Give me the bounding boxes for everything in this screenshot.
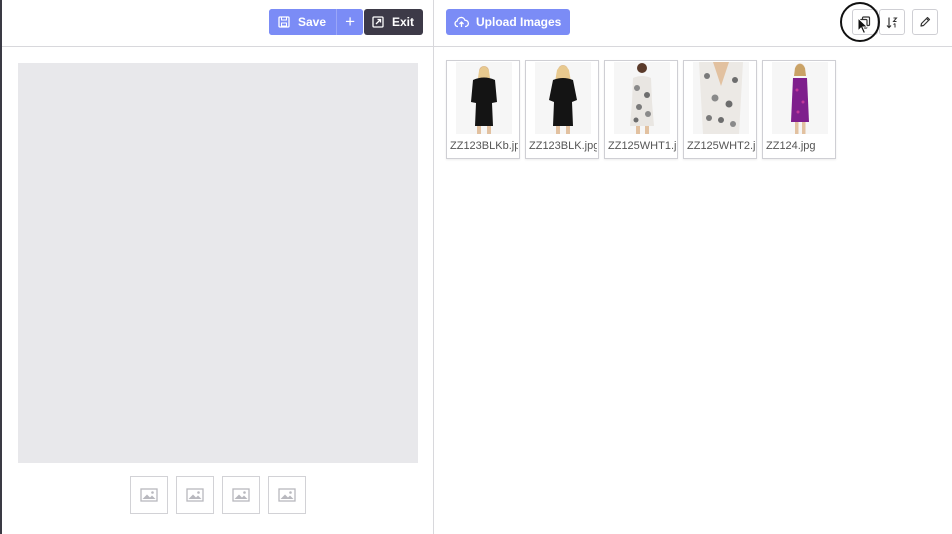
thumbnail-slots (130, 476, 306, 514)
gallery-item[interactable]: ZZ125WHT2.jpg (683, 60, 757, 159)
image-filename: ZZ123BLKb.jpg (450, 140, 518, 152)
save-button-group: Save + (269, 9, 364, 35)
exit-button[interactable]: Exit (364, 9, 424, 35)
save-label: Save (298, 15, 327, 29)
gallery-item[interactable]: ZZ123BLK.jpg (525, 60, 599, 159)
image-gallery: ZZ123BLKb.jpg ZZ123BLK.jpg (446, 60, 836, 159)
image-placeholder-icon (232, 488, 250, 502)
image-placeholder-icon (278, 488, 296, 502)
upload-label: Upload Images (476, 15, 562, 29)
image-preview-area[interactable] (18, 63, 418, 463)
image-placeholder-icon (140, 488, 158, 502)
product-thumbnail (772, 62, 828, 134)
exit-label: Exit (392, 15, 415, 29)
thumbnail-slot[interactable] (176, 476, 214, 514)
gallery-item[interactable]: ZZ125WHT1.jpg (604, 60, 678, 159)
product-thumbnail (456, 62, 512, 134)
edit-button[interactable] (912, 9, 938, 35)
image-filename: ZZ124.jpg (766, 140, 816, 152)
library-toolbar: Upload Images (434, 0, 952, 47)
copy-button[interactable] (852, 9, 878, 35)
floppy-disk-icon (278, 16, 290, 28)
sort-icon (886, 17, 898, 28)
product-thumbnail (693, 62, 749, 134)
image-library-pane: Upload Images ZZ123BLKb.jp ZZ123BLK.jpg … (434, 0, 952, 534)
sort-button[interactable] (879, 9, 905, 35)
plus-icon: + (345, 12, 355, 31)
image-placeholder-icon (186, 488, 204, 502)
thumbnail-slot[interactable] (130, 476, 168, 514)
image-filename: ZZ123BLK.jpg (529, 140, 597, 152)
cloud-upload-icon (454, 16, 469, 28)
product-thumbnail (535, 62, 591, 134)
gallery-item[interactable]: ZZ123BLKb.jpg (446, 60, 520, 159)
copy-icon (859, 15, 871, 29)
add-button[interactable]: + (336, 9, 364, 35)
external-link-icon (372, 16, 384, 28)
gallery-item[interactable]: ZZ124.jpg (762, 60, 836, 159)
product-thumbnail (614, 62, 670, 134)
pencil-icon (920, 16, 931, 27)
thumbnail-slot[interactable] (222, 476, 260, 514)
upload-images-button[interactable]: Upload Images (446, 9, 571, 35)
thumbnail-slot[interactable] (268, 476, 306, 514)
editor-pane: Save + Exit (2, 0, 433, 534)
image-filename: ZZ125WHT2.jpg (687, 140, 755, 152)
save-button[interactable]: Save (269, 9, 337, 35)
image-filename: ZZ125WHT1.jpg (608, 140, 676, 152)
editor-toolbar: Save + Exit (2, 0, 433, 47)
